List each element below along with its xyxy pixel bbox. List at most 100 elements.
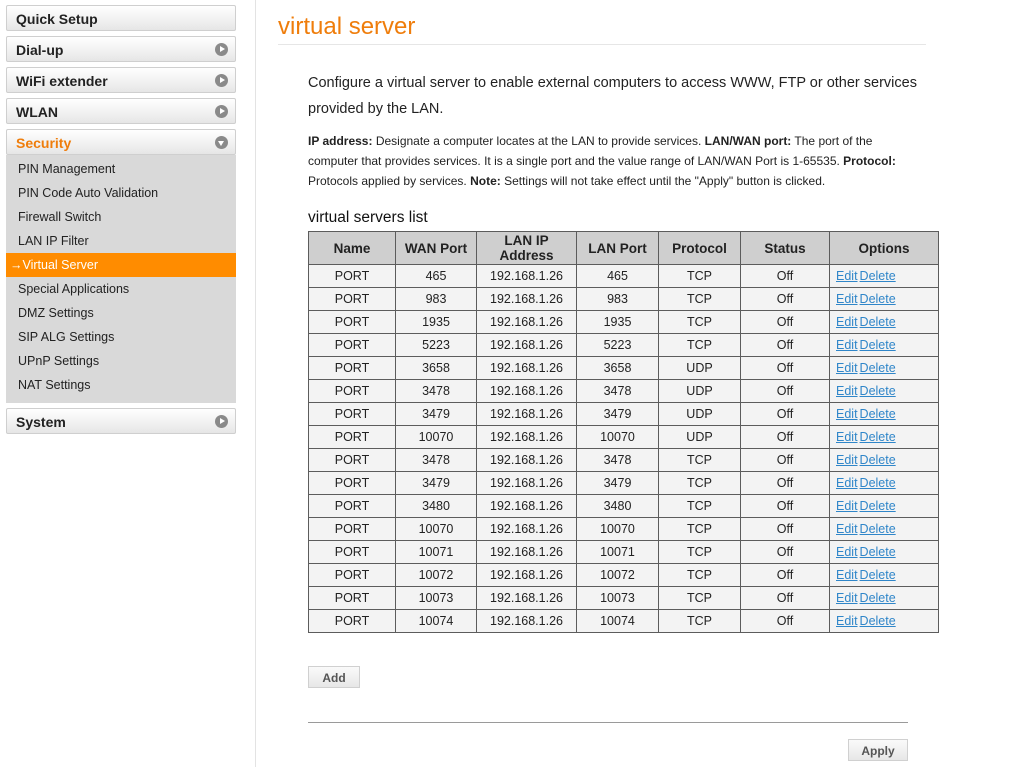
cell-lan-ip: 192.168.1.26 xyxy=(476,333,577,357)
submenu-pin-management[interactable]: PIN Management xyxy=(6,157,236,181)
security-submenu: PIN Management PIN Code Auto Validation … xyxy=(6,155,236,403)
delete-link[interactable]: Delete xyxy=(860,315,896,329)
cell-options: Edit Delete xyxy=(829,310,939,334)
cell-options: Edit Delete xyxy=(829,471,939,495)
delete-link[interactable]: Delete xyxy=(860,476,896,490)
table-row: PORT 3478 192.168.1.26 3478 TCP Off Edit Delete xyxy=(308,448,939,472)
menu-quick-setup[interactable]: Quick Setup xyxy=(6,5,236,31)
edit-link[interactable]: Edit xyxy=(836,430,858,444)
cell-name: PORT xyxy=(308,586,396,610)
delete-link[interactable]: Delete xyxy=(860,292,896,306)
chevron-down-icon xyxy=(215,136,228,149)
submenu-upnp-settings[interactable]: UPnP Settings xyxy=(6,349,236,373)
cell-status: Off xyxy=(740,471,830,495)
submenu-sip-alg-settings[interactable]: SIP ALG Settings xyxy=(6,325,236,349)
help-note-label: Note: xyxy=(470,174,501,188)
delete-link[interactable]: Delete xyxy=(860,522,896,536)
cell-lan-port: 983 xyxy=(576,287,659,311)
menu-dialup[interactable]: Dial-up xyxy=(6,36,236,62)
edit-link[interactable]: Edit xyxy=(836,292,858,306)
sidebar-divider xyxy=(255,0,256,767)
cell-name: PORT xyxy=(308,333,396,357)
menu-system-label: System xyxy=(16,414,66,430)
edit-link[interactable]: Edit xyxy=(836,384,858,398)
cell-protocol: TCP xyxy=(658,264,741,288)
table-row: PORT 465 192.168.1.26 465 TCP Off Edit Delete xyxy=(308,264,939,288)
cell-wan-port: 3478 xyxy=(395,379,477,403)
edit-link[interactable]: Edit xyxy=(836,269,858,283)
cell-protocol: TCP xyxy=(658,448,741,472)
cell-wan-port: 10070 xyxy=(395,425,477,449)
cell-protocol: TCP xyxy=(658,540,741,564)
cell-name: PORT xyxy=(308,379,396,403)
submenu-firewall-switch[interactable]: Firewall Switch xyxy=(6,205,236,229)
delete-link[interactable]: Delete xyxy=(860,545,896,559)
cell-protocol: UDP xyxy=(658,402,741,426)
edit-link[interactable]: Edit xyxy=(836,476,858,490)
delete-link[interactable]: Delete xyxy=(860,269,896,283)
menu-security[interactable]: Security xyxy=(6,129,236,155)
submenu-dmz-settings[interactable]: DMZ Settings xyxy=(6,301,236,325)
menu-system[interactable]: System xyxy=(6,408,236,434)
submenu-nat-settings[interactable]: NAT Settings xyxy=(6,373,236,397)
cell-lan-ip: 192.168.1.26 xyxy=(476,494,577,518)
delete-link[interactable]: Delete xyxy=(860,453,896,467)
col-header-wan-port: WAN Port xyxy=(395,231,477,265)
edit-link[interactable]: Edit xyxy=(836,591,858,605)
delete-link[interactable]: Delete xyxy=(860,499,896,513)
cell-name: PORT xyxy=(308,448,396,472)
help-protocol-label: Protocol: xyxy=(843,154,896,168)
cell-wan-port: 10070 xyxy=(395,517,477,541)
cell-protocol: TCP xyxy=(658,287,741,311)
delete-link[interactable]: Delete xyxy=(860,614,896,628)
bottom-divider xyxy=(308,722,908,723)
delete-link[interactable]: Delete xyxy=(860,568,896,582)
cell-protocol: TCP xyxy=(658,310,741,334)
cell-status: Off xyxy=(740,609,830,633)
delete-link[interactable]: Delete xyxy=(860,361,896,375)
cell-options: Edit Delete xyxy=(829,333,939,357)
submenu-special-applications[interactable]: Special Applications xyxy=(6,277,236,301)
edit-link[interactable]: Edit xyxy=(836,361,858,375)
cell-options: Edit Delete xyxy=(829,356,939,380)
add-button[interactable]: Add xyxy=(308,666,360,688)
submenu-virtual-server[interactable]: →Virtual Server xyxy=(6,253,236,277)
cell-options: Edit Delete xyxy=(829,563,939,587)
delete-link[interactable]: Delete xyxy=(860,407,896,421)
cell-lan-ip: 192.168.1.26 xyxy=(476,586,577,610)
col-header-options: Options xyxy=(829,231,939,265)
delete-link[interactable]: Delete xyxy=(860,384,896,398)
submenu-pin-auto-validation[interactable]: PIN Code Auto Validation xyxy=(6,181,236,205)
edit-link[interactable]: Edit xyxy=(836,499,858,513)
menu-quick-setup-label: Quick Setup xyxy=(16,11,98,27)
cell-wan-port: 1935 xyxy=(395,310,477,334)
submenu-virtual-server-label: Virtual Server xyxy=(22,258,99,272)
cell-status: Off xyxy=(740,540,830,564)
cell-protocol: TCP xyxy=(658,494,741,518)
cell-status: Off xyxy=(740,379,830,403)
cell-options: Edit Delete xyxy=(829,402,939,426)
edit-link[interactable]: Edit xyxy=(836,568,858,582)
cell-lan-port: 465 xyxy=(576,264,659,288)
delete-link[interactable]: Delete xyxy=(860,591,896,605)
cell-protocol: UDP xyxy=(658,356,741,380)
apply-button[interactable]: Apply xyxy=(848,739,908,761)
edit-link[interactable]: Edit xyxy=(836,614,858,628)
cell-name: PORT xyxy=(308,517,396,541)
cell-name: PORT xyxy=(308,540,396,564)
delete-link[interactable]: Delete xyxy=(860,338,896,352)
edit-link[interactable]: Edit xyxy=(836,338,858,352)
edit-link[interactable]: Edit xyxy=(836,453,858,467)
edit-link[interactable]: Edit xyxy=(836,545,858,559)
edit-link[interactable]: Edit xyxy=(836,407,858,421)
submenu-lan-ip-filter[interactable]: LAN IP Filter xyxy=(6,229,236,253)
table-row: PORT 3479 192.168.1.26 3479 UDP Off Edit Delete xyxy=(308,402,939,426)
menu-wlan[interactable]: WLAN xyxy=(6,98,236,124)
chevron-right-icon xyxy=(215,105,228,118)
cell-lan-ip: 192.168.1.26 xyxy=(476,402,577,426)
delete-link[interactable]: Delete xyxy=(860,430,896,444)
edit-link[interactable]: Edit xyxy=(836,522,858,536)
menu-wifi-extender[interactable]: WiFi extender xyxy=(6,67,236,93)
cell-lan-port: 5223 xyxy=(576,333,659,357)
edit-link[interactable]: Edit xyxy=(836,315,858,329)
